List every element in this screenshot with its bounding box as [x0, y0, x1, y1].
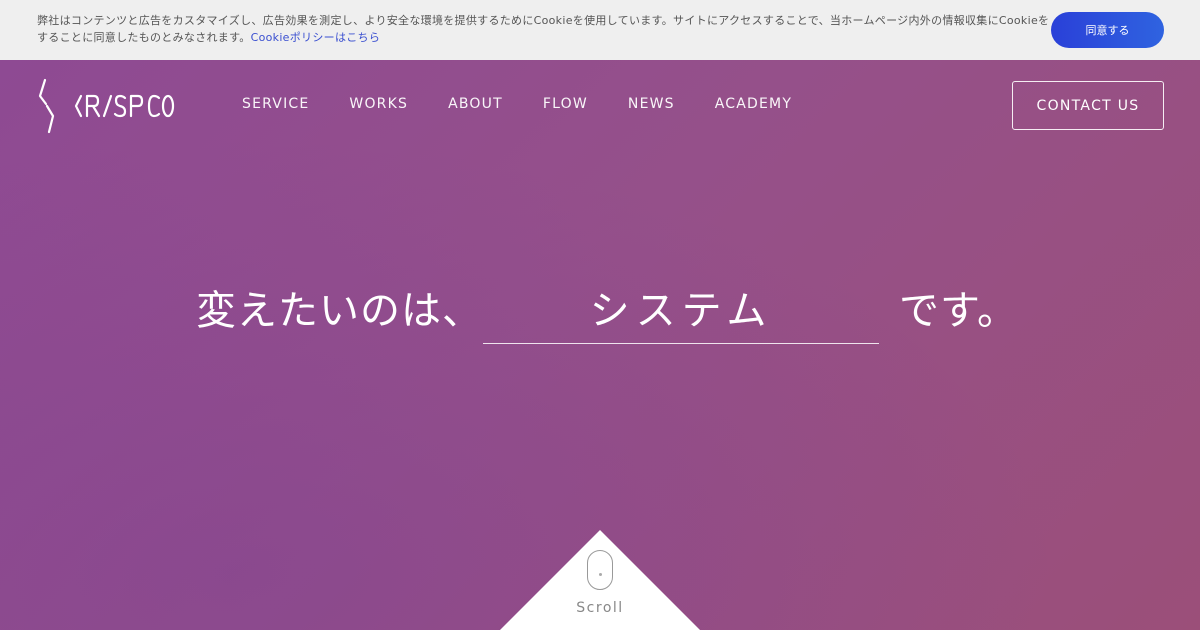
contact-us-button[interactable]: CONTACT US: [1012, 81, 1164, 130]
headline-suffix: です。: [899, 288, 1018, 334]
scroll-label[interactable]: Scroll: [560, 600, 640, 616]
hero-section: SERVICE WORKS ABOUT FLOW NEWS ACADEMY CO…: [0, 60, 1200, 630]
hero-headline: 変えたいのは、 システム です。: [0, 278, 1200, 348]
nav-flow[interactable]: FLOW: [543, 96, 588, 112]
cookie-banner: 弊社はコンテンツと広告をカスタマイズし、広告効果を測定し、より安全な環境を提供す…: [0, 0, 1200, 60]
headline-prefix: 変えたいのは、: [196, 288, 483, 334]
headline-rotating-word: システム: [589, 288, 773, 334]
cookie-text-line2: することに同意したものとみなされます。: [37, 31, 251, 44]
site-logo[interactable]: [37, 78, 179, 134]
mouse-icon[interactable]: [587, 550, 613, 590]
cookie-policy-link[interactable]: Cookieポリシーはこちら: [251, 31, 381, 44]
cookie-accept-button[interactable]: 同意する: [1051, 12, 1164, 48]
nav-academy[interactable]: ACADEMY: [715, 96, 792, 112]
headline-underline: [483, 343, 879, 344]
nav-works[interactable]: WORKS: [349, 96, 408, 112]
main-nav: SERVICE WORKS ABOUT FLOW NEWS ACADEMY: [242, 96, 832, 112]
nav-service[interactable]: SERVICE: [242, 96, 309, 112]
cookie-text-line1: 弊社はコンテンツと広告をカスタマイズし、広告効果を測定し、より安全な環境を提供す…: [37, 14, 1049, 27]
nav-about[interactable]: ABOUT: [448, 96, 503, 112]
nav-news[interactable]: NEWS: [628, 96, 675, 112]
crispcode-logo-icon: [38, 78, 175, 134]
cookie-text: 弊社はコンテンツと広告をカスタマイズし、広告効果を測定し、より安全な環境を提供す…: [37, 12, 1049, 46]
